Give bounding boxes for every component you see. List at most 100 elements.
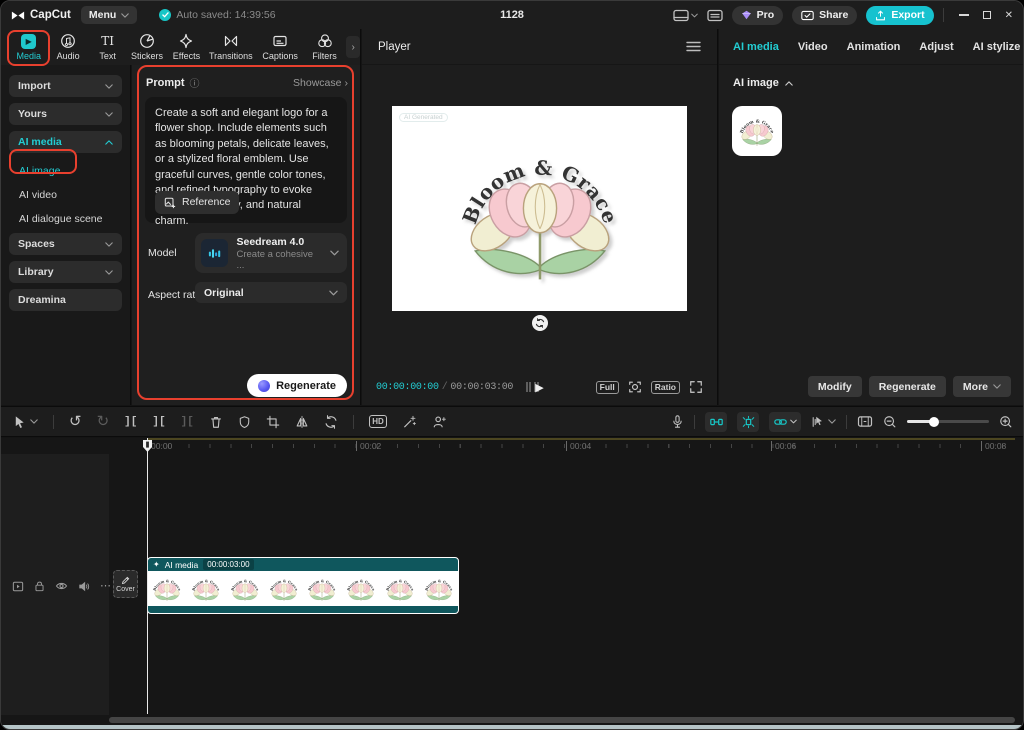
tab-ai-stylize[interactable]: AI stylize: [973, 41, 1021, 53]
layout-compact-icon[interactable]: [707, 9, 723, 22]
slider-knob[interactable]: [929, 417, 939, 427]
media-icon: ▶: [21, 34, 36, 49]
cover-button[interactable]: Cover: [113, 570, 138, 598]
regenerate-button-inspector[interactable]: Regenerate: [869, 376, 946, 397]
delete-button[interactable]: [209, 415, 223, 429]
pencil-icon: [121, 576, 130, 585]
share-button[interactable]: Share: [792, 6, 857, 25]
playhead-handle[interactable]: [142, 439, 153, 453]
tab-adjust[interactable]: Adjust: [919, 41, 953, 53]
clip-thumbnail: [264, 571, 303, 606]
player-controls: 00:00:00:00/00:00:03:00 ▶ Full Ratio: [362, 375, 717, 399]
delete-right-button[interactable]: ][: [181, 416, 194, 428]
redo-button[interactable]: ↻: [97, 414, 110, 429]
hd-button[interactable]: HD: [369, 415, 388, 428]
player-title: Player: [378, 41, 411, 53]
zoom-out-button[interactable]: [883, 415, 897, 429]
select-tool[interactable]: [13, 415, 38, 429]
sidebar-item-ai-dialogue-scene[interactable]: AI dialogue scene: [1, 207, 130, 231]
mask-button[interactable]: [238, 415, 251, 429]
close-button[interactable]: ✕: [1005, 10, 1013, 21]
model-name: Seedream 4.0: [236, 236, 322, 248]
preview-canvas[interactable]: AI Generated: [392, 106, 687, 311]
ai-generated-badge: AI Generated: [399, 113, 448, 122]
rotate-handle[interactable]: [532, 315, 548, 331]
preview-axis-button[interactable]: [857, 415, 873, 428]
full-button[interactable]: Full: [596, 381, 619, 394]
focus-icon[interactable]: [628, 380, 642, 394]
auto-link-toggle[interactable]: [769, 412, 801, 432]
tab-transitions[interactable]: Transitions: [206, 33, 255, 61]
tab-video[interactable]: Video: [798, 41, 828, 53]
speaker-icon[interactable]: [78, 581, 90, 592]
tab-filters[interactable]: Filters: [305, 33, 344, 61]
ai-image-section-header[interactable]: AI image: [733, 77, 793, 89]
pro-button[interactable]: Pro: [732, 6, 784, 25]
export-button[interactable]: Export: [866, 6, 933, 25]
menu-button[interactable]: Menu: [81, 6, 137, 24]
showcase-link[interactable]: Showcase ›: [293, 77, 348, 89]
sidebar-item-import[interactable]: Import: [9, 75, 122, 97]
remove-background-button[interactable]: [432, 415, 447, 429]
chevron-down-icon: [790, 419, 797, 424]
sidebar-item-dreamina[interactable]: Dreamina: [9, 289, 122, 311]
split-button[interactable]: ][: [124, 416, 137, 428]
eye-icon[interactable]: [55, 581, 68, 591]
reference-button[interactable]: Reference: [155, 191, 239, 214]
clip-thumbnail: [419, 571, 458, 606]
timeline-zoom-slider[interactable]: [907, 420, 989, 423]
sidebar-item-ai-media[interactable]: AI media: [9, 131, 122, 153]
magic-enhance-button[interactable]: [402, 415, 417, 429]
cursor-mode-button[interactable]: [811, 415, 836, 429]
playhead[interactable]: [147, 438, 148, 714]
horizontal-scrollbar[interactable]: [109, 717, 1015, 723]
replace-rotate-button[interactable]: [324, 415, 338, 429]
fullscreen-icon[interactable]: [689, 380, 703, 394]
zoom-in-button[interactable]: [999, 415, 1013, 429]
clip-duration: 00:00:03:00: [203, 559, 253, 570]
tab-ai-media[interactable]: AI media: [733, 41, 779, 53]
crop-button[interactable]: [266, 415, 280, 429]
undo-button[interactable]: ↺: [69, 414, 82, 429]
record-voiceover-button[interactable]: [671, 414, 684, 429]
window-bottom-edge: [1, 725, 1023, 729]
mirror-button[interactable]: [295, 415, 309, 429]
model-select[interactable]: Seedream 4.0 Create a cohesive ...: [195, 233, 347, 273]
current-time: 00:00:00:00: [376, 382, 439, 393]
play-button[interactable]: ▶: [535, 381, 543, 394]
tab-captions[interactable]: Captions: [255, 33, 304, 61]
sidebar-item-library[interactable]: Library: [9, 261, 122, 283]
track-more-icon[interactable]: ⋯: [100, 581, 111, 592]
maximize-button[interactable]: [983, 11, 991, 19]
modify-button[interactable]: Modify: [808, 376, 862, 397]
sidebar-item-spaces[interactable]: Spaces: [9, 233, 122, 255]
main-track-magnet-toggle[interactable]: [737, 412, 759, 432]
tab-animation[interactable]: Animation: [847, 41, 901, 53]
sidebar-item-ai-image[interactable]: AI image: [1, 159, 130, 183]
more-button[interactable]: More: [953, 376, 1011, 397]
tab-stickers[interactable]: Stickers: [127, 33, 166, 61]
tab-text[interactable]: TI Text: [88, 33, 127, 61]
aspect-ratio-select[interactable]: Original: [195, 282, 347, 303]
delete-left-button[interactable]: ][: [152, 416, 165, 428]
more-tabs-button[interactable]: ›: [346, 36, 360, 58]
tab-media[interactable]: ▶ Media: [9, 34, 48, 61]
minimize-button[interactable]: [959, 14, 969, 15]
ratio-button[interactable]: Ratio: [651, 381, 680, 394]
player-menu-icon[interactable]: [686, 41, 701, 52]
ai-image-thumbnail[interactable]: [732, 106, 782, 156]
clip-thumbnail: [187, 571, 226, 606]
layout-panels-icon[interactable]: [673, 9, 698, 22]
sidebar-item-yours[interactable]: Yours: [9, 103, 122, 125]
prompt-input[interactable]: Create a soft and elegant logo for a flo…: [145, 97, 347, 223]
chevron-down-icon: [105, 112, 113, 117]
snapping-toggle[interactable]: [705, 412, 727, 432]
tab-audio[interactable]: Audio: [48, 33, 87, 61]
timecode: 00:00:00:00/00:00:03:00: [376, 382, 513, 393]
chevron-up-icon: [105, 140, 113, 145]
regenerate-button[interactable]: Regenerate: [247, 374, 347, 397]
ai-media-clip[interactable]: ✦ AI media 00:00:03:00: [147, 557, 459, 614]
tab-effects[interactable]: Effects: [167, 33, 206, 61]
sidebar-item-ai-video[interactable]: AI video: [1, 183, 130, 207]
lock-icon[interactable]: [34, 580, 45, 592]
